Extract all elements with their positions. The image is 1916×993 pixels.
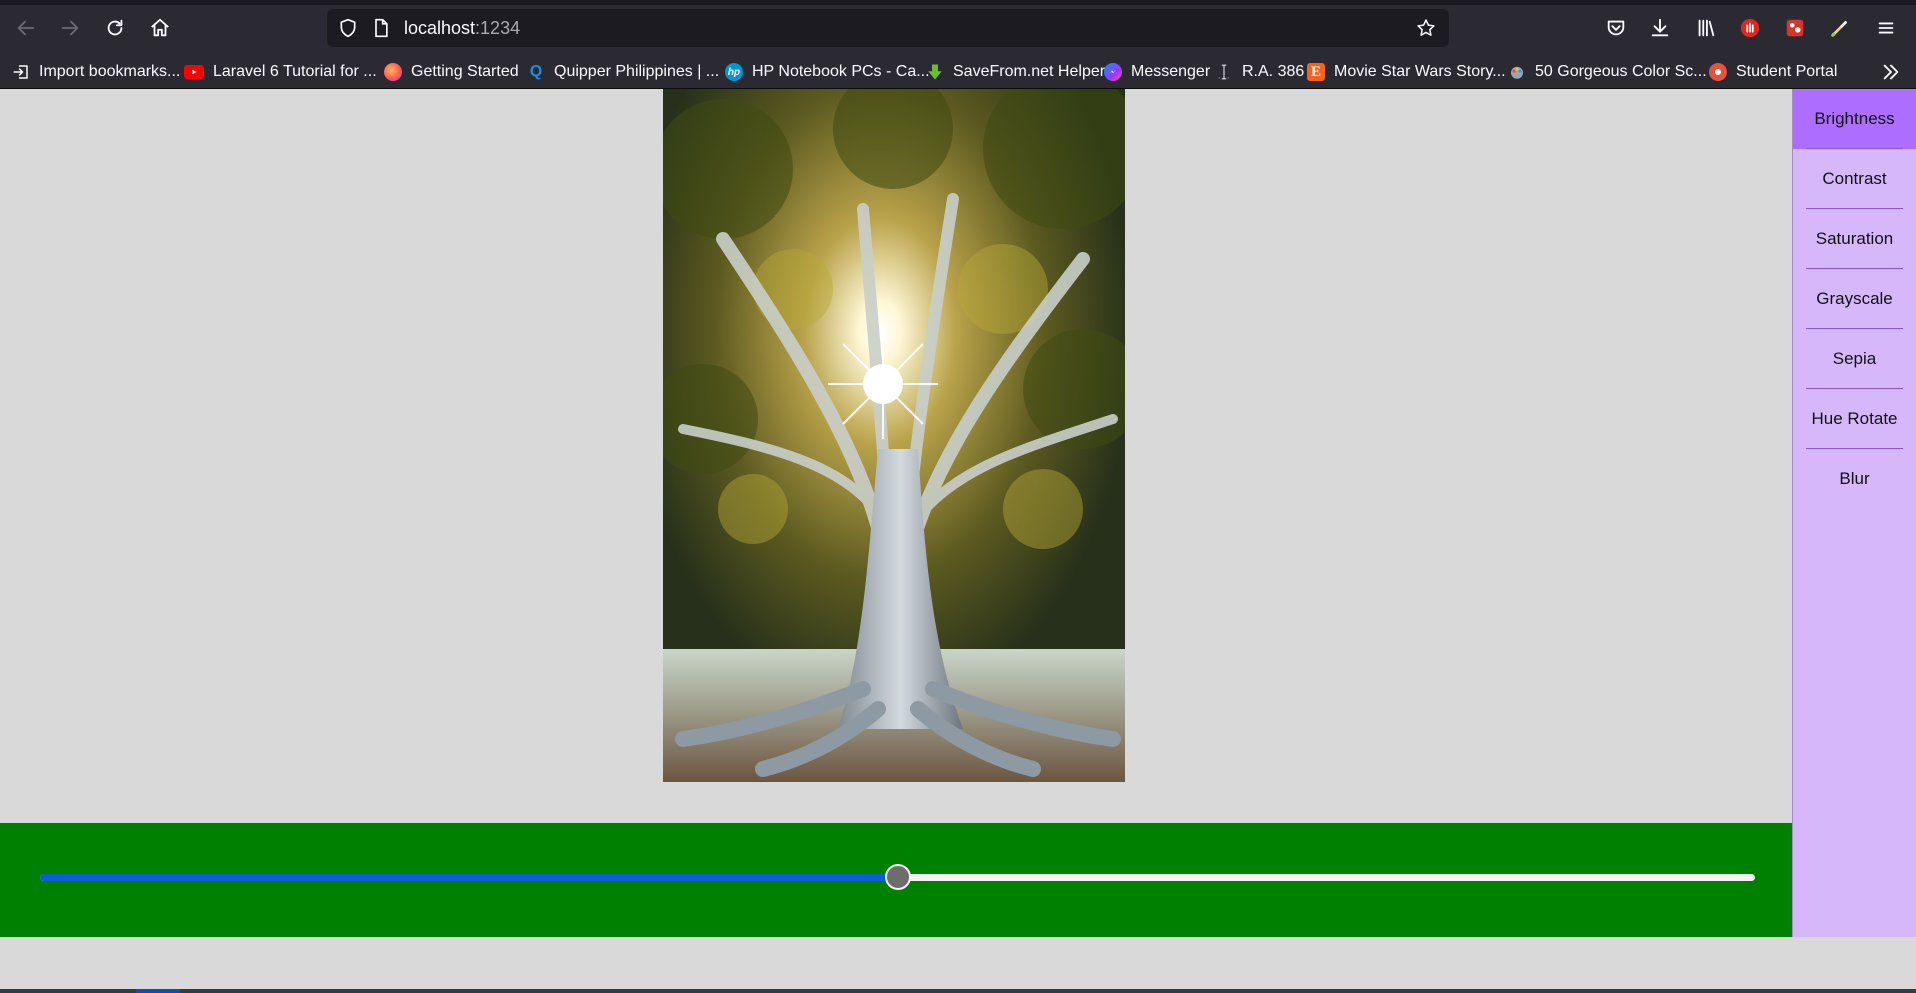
back-button[interactable] [9, 11, 43, 45]
slider-panel [0, 823, 1792, 937]
home-button[interactable] [143, 11, 177, 45]
bookmark-laravel[interactable]: Laravel 6 Tutorial for ... [184, 61, 377, 83]
url-host: localhost [404, 18, 476, 38]
bookmark-savefrom[interactable]: SaveFrom.net Helper [926, 61, 1105, 83]
filter-brightness[interactable]: Brightness [1793, 89, 1916, 149]
bookmark-ra386[interactable]: R.A. 386 [1215, 61, 1304, 83]
eyedropper-extension-button[interactable] [1823, 11, 1857, 45]
library-button[interactable] [1689, 11, 1723, 45]
download-arrow-icon [926, 63, 944, 81]
bookmark-color-schemes[interactable]: 50 Gorgeous Color Sc... [1508, 61, 1707, 83]
quipper-icon: Q [529, 63, 543, 80]
etsy-icon: E [1307, 63, 1325, 81]
shield-icon[interactable] [338, 18, 358, 38]
taskbar-active-indicator [136, 989, 180, 993]
bookmark-label: Laravel 6 Tutorial for ... [213, 63, 377, 80]
bookmark-hp[interactable]: hp HP Notebook PCs - Ca... [725, 61, 930, 83]
bookmark-quipper[interactable]: Q Quipper Philippines | ... [527, 61, 719, 83]
stop-hand-icon [1740, 18, 1760, 38]
bookmark-star-wars[interactable]: E Movie Star Wars Story... [1307, 61, 1506, 83]
browser-toolbar: localhost:1234 [0, 0, 1916, 56]
bookmark-student-portal[interactable]: Student Portal [1709, 61, 1837, 83]
bookmark-label: Getting Started [411, 63, 519, 80]
arrow-left-icon [17, 20, 35, 36]
reload-button[interactable] [98, 11, 132, 45]
forward-button[interactable] [53, 11, 87, 45]
filter-contrast[interactable]: Contrast [1793, 149, 1916, 209]
filter-sidebar: Brightness Contrast Saturation Grayscale… [1792, 89, 1916, 937]
pocket-icon [1607, 20, 1625, 36]
downloads-button[interactable] [1643, 11, 1677, 45]
color-picker-icon [1786, 19, 1804, 37]
slider-thumb[interactable] [884, 864, 911, 890]
bookmark-label: SaveFrom.net Helper [953, 63, 1106, 80]
bookmark-label: R.A. 386 [1242, 63, 1305, 80]
color-picker-extension-button[interactable] [1778, 11, 1812, 45]
bookmark-getting-started[interactable]: Getting Started [384, 61, 519, 83]
bookmark-messenger[interactable]: Messenger [1104, 61, 1210, 83]
arrow-right-icon [61, 20, 79, 36]
bookmark-star-icon[interactable] [1416, 18, 1436, 38]
eyedropper-icon [1831, 21, 1847, 37]
url-port: :1234 [475, 18, 521, 38]
filter-blur[interactable]: Blur [1793, 449, 1916, 509]
slider-fill [40, 874, 898, 881]
bookmark-label: Movie Star Wars Story... [1334, 63, 1506, 80]
filter-saturation[interactable]: Saturation [1793, 209, 1916, 269]
taskbar-edge [0, 989, 1916, 993]
adblock-extension-button[interactable] [1733, 11, 1767, 45]
page-icon[interactable] [371, 18, 391, 38]
bookmark-import[interactable]: Import bookmarks... [12, 61, 180, 83]
bookmark-label: Messenger [1131, 63, 1211, 80]
filter-sepia[interactable]: Sepia [1793, 329, 1916, 389]
bookmark-label: Student Portal [1736, 63, 1838, 80]
chevron-double-right-icon[interactable] [1880, 61, 1902, 83]
portal-icon [1709, 63, 1727, 81]
pocket-button[interactable] [1599, 11, 1633, 45]
library-icon [1698, 19, 1715, 37]
download-icon [1651, 18, 1669, 37]
url-bar[interactable]: localhost:1234 [327, 9, 1449, 47]
app-menu-button[interactable] [1869, 11, 1903, 45]
home-icon [151, 18, 169, 37]
youtube-icon [184, 65, 204, 79]
bookmarks-bar: Import bookmarks... Laravel 6 Tutorial f… [0, 56, 1916, 89]
messenger-icon [1104, 63, 1122, 81]
url-text[interactable]: localhost:1234 [404, 18, 520, 39]
filter-grayscale[interactable]: Grayscale [1793, 269, 1916, 329]
page-content: Brightness Contrast Saturation Grayscale… [0, 89, 1916, 993]
reload-icon [107, 19, 123, 36]
text-cursor-icon [1215, 63, 1233, 81]
bookmark-label: Import bookmarks... [39, 63, 181, 80]
filter-hue-rotate[interactable]: Hue Rotate [1793, 389, 1916, 449]
bookmark-label: 50 Gorgeous Color Sc... [1535, 63, 1707, 80]
palette-icon [1508, 63, 1526, 81]
firefox-icon [384, 63, 402, 81]
tree-photo [663, 89, 1125, 782]
hp-icon: hp [725, 63, 743, 81]
filter-range-slider[interactable] [40, 864, 1755, 890]
bookmark-label: HP Notebook PCs - Ca... [752, 63, 930, 80]
import-icon [12, 63, 30, 81]
bookmark-label: Quipper Philippines | ... [554, 63, 720, 80]
hamburger-menu-icon [1878, 22, 1894, 34]
